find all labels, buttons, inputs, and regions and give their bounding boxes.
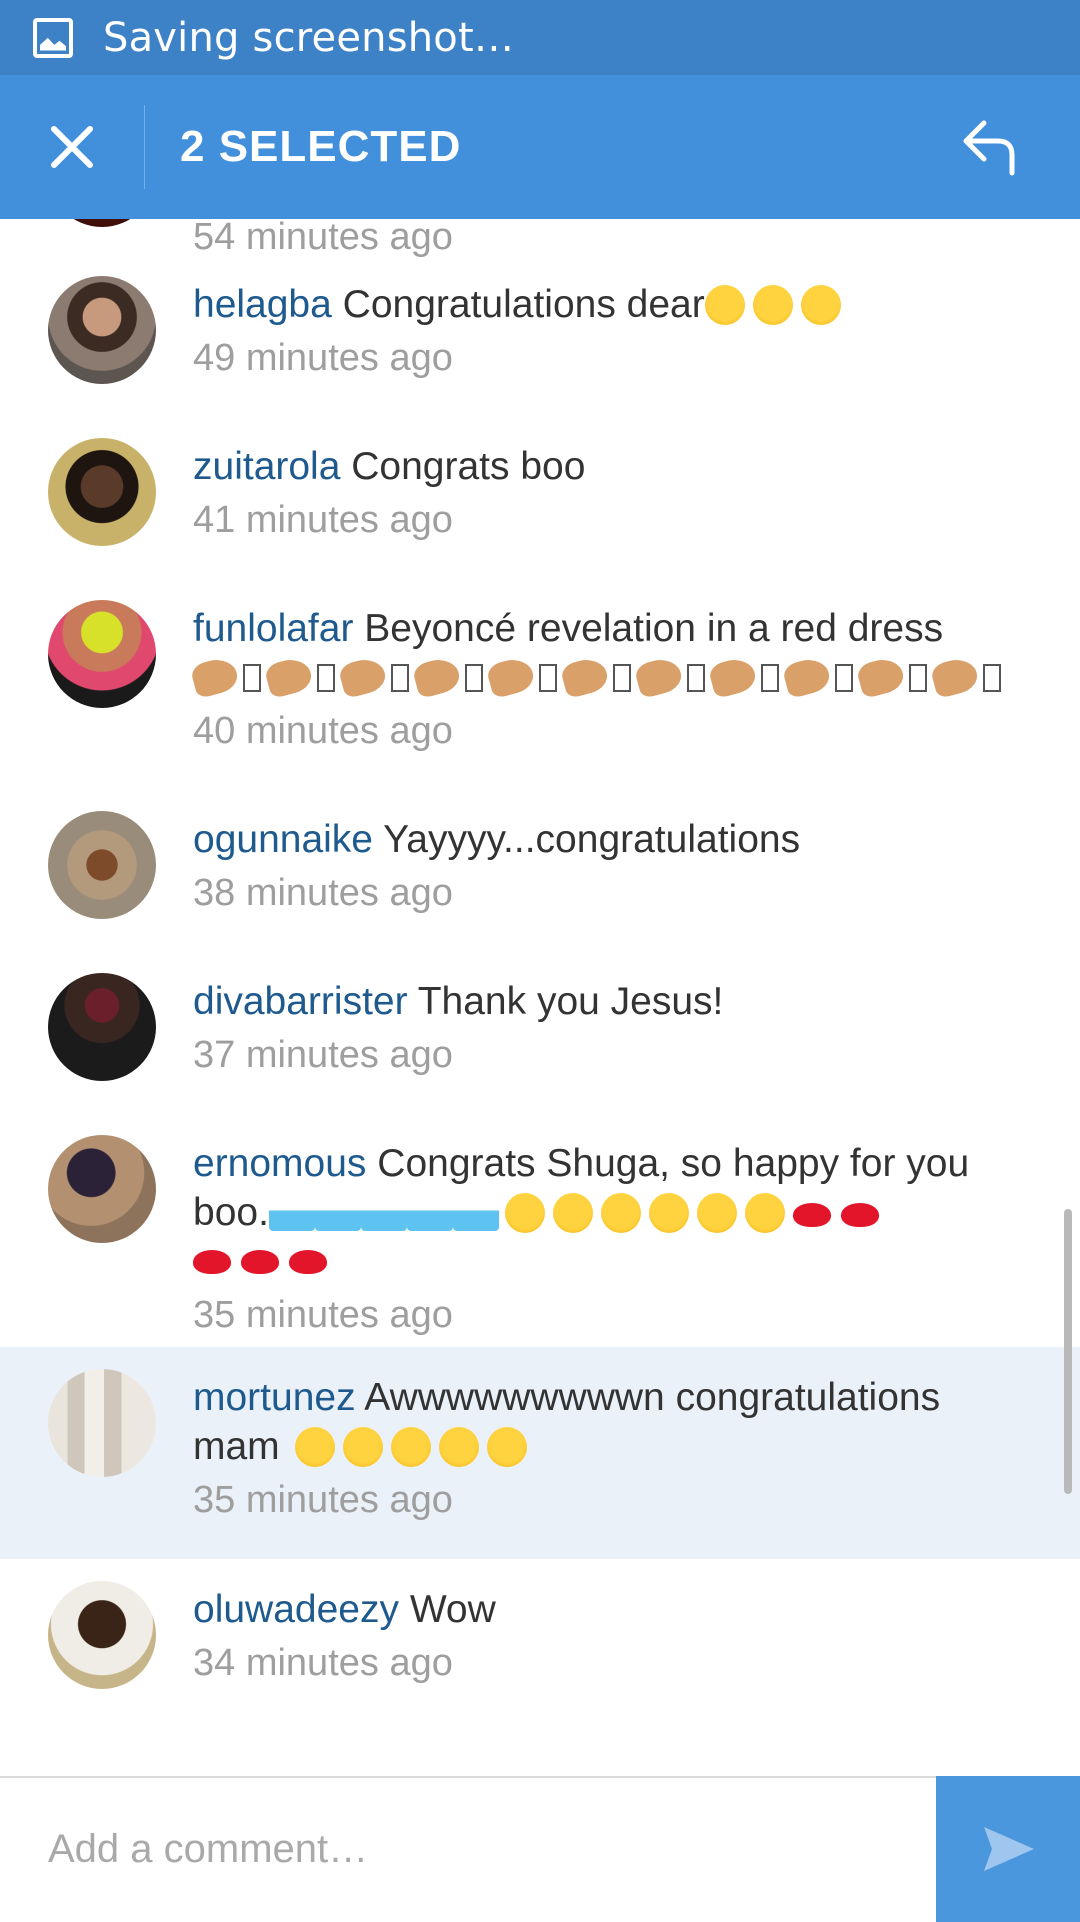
smile-emoji-icon <box>800 285 841 325</box>
comment-row[interactable]: oluwadeezy Wow 34 minutes ago <box>0 1559 1080 1776</box>
reply-button[interactable] <box>918 75 1062 219</box>
send-button[interactable] <box>936 1776 1080 1922</box>
avatar[interactable] <box>48 1369 156 1477</box>
comment-row[interactable]: ogunnaike Yayyyy...congratulations 38 mi… <box>0 811 1080 973</box>
comment-emoji <box>189 653 1013 702</box>
comment-row[interactable]: helagba Congratulations dear 49 minutes … <box>0 276 1080 438</box>
comment-text: Congratulations dear <box>342 283 705 326</box>
status-bar: Saving screenshot… <box>0 0 1080 75</box>
comment-text: Beyoncé revelation in a red dress <box>364 607 944 650</box>
avatar[interactable] <box>48 219 156 227</box>
comment-username[interactable]: zuitarola <box>193 445 340 488</box>
avatar[interactable] <box>48 811 156 919</box>
close-icon <box>51 126 93 168</box>
comment-time: 49 minutes ago <box>193 337 453 379</box>
comment-text: Congrats boo <box>351 445 586 488</box>
comment-text: Thank you Jesus! <box>417 980 724 1023</box>
comment-time: 37 minutes ago <box>193 1034 453 1076</box>
selection-count-title: 2 SELECTED <box>180 122 462 171</box>
image-icon <box>33 17 73 58</box>
comment-username[interactable]: oluwadeezy <box>193 1588 399 1631</box>
comment-username[interactable]: mortunez <box>193 1376 356 1419</box>
comment-text: Yayyyy...congratulations <box>383 818 801 861</box>
avatar[interactable] <box>48 276 156 384</box>
comment-text: Wow <box>409 1588 496 1631</box>
scrollbar[interactable] <box>1064 1209 1072 1494</box>
avatar[interactable] <box>48 973 156 1081</box>
avatar[interactable] <box>48 1135 156 1243</box>
reply-icon <box>963 120 1015 176</box>
comment-row[interactable]: ernomous Congrats Shuga, so happy for yo… <box>0 1135 1080 1347</box>
smile-emoji-icon <box>704 285 745 325</box>
selection-action-bar: 2 SELECTED <box>0 75 1080 219</box>
comment-emoji <box>193 1237 1013 1286</box>
comment-username[interactable]: divabarrister <box>193 980 408 1023</box>
comment-input[interactable] <box>0 1778 936 1920</box>
comment-username[interactable]: ogunnaike <box>193 818 373 861</box>
comment-time: 38 minutes ago <box>193 872 453 914</box>
avatar[interactable] <box>48 600 156 708</box>
comments-list[interactable]: 54 minutes ago helagba Congratulations d… <box>0 219 1080 1776</box>
send-icon <box>984 1827 1034 1871</box>
comment-composer <box>0 1776 1080 1922</box>
comment-row[interactable]: divabarrister Thank you Jesus! 37 minute… <box>0 973 1080 1135</box>
avatar[interactable] <box>48 438 156 546</box>
comment-time: 35 minutes ago <box>193 1294 453 1336</box>
close-button[interactable] <box>0 75 144 219</box>
comment-time: 41 minutes ago <box>193 499 453 541</box>
comment-time: 35 minutes ago <box>193 1479 453 1521</box>
comment-username[interactable]: funlolafar <box>193 607 353 650</box>
comment-row[interactable]: funlolafar Beyoncé revelation in a red d… <box>0 600 1080 811</box>
comment-row-selected[interactable]: mortunez Awwwwwwwwwn congratulations mam… <box>0 1347 1080 1559</box>
comment-time: 54 minutes ago <box>193 219 453 258</box>
avatar[interactable] <box>48 1581 156 1689</box>
comment-time: 34 minutes ago <box>193 1642 453 1684</box>
comment-row[interactable]: zuitarola Congrats boo 41 minutes ago <box>0 438 1080 600</box>
status-text: Saving screenshot… <box>103 14 515 61</box>
action-bar-divider <box>144 105 145 189</box>
comment-username[interactable]: ernomous <box>193 1142 366 1185</box>
smile-emoji-icon <box>752 285 793 325</box>
comment-username[interactable]: helagba <box>193 283 332 326</box>
comment-time: 40 minutes ago <box>193 710 453 752</box>
